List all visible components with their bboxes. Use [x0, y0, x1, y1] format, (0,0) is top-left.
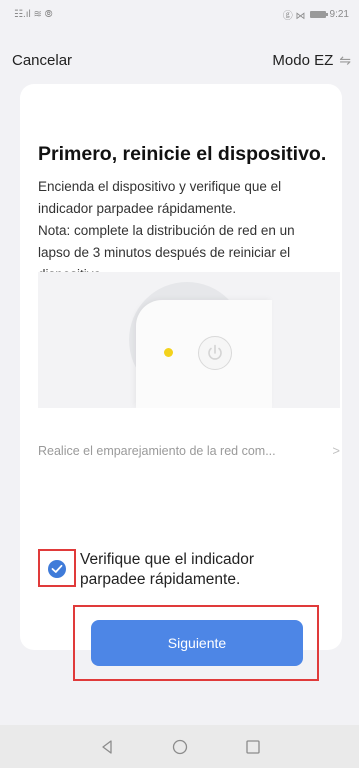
next-button[interactable]: Siguiente — [91, 620, 303, 666]
chevron-right-icon: > — [332, 443, 340, 458]
confirm-label-line: parpadee rápidamente. — [80, 571, 241, 588]
description-line: Encienda el dispositivo y verifique que … — [38, 179, 282, 194]
description-line: lapso de 3 minutos después de reiniciar … — [38, 245, 291, 260]
recent-apps-icon[interactable] — [244, 738, 262, 756]
mode-label: Modo EZ — [272, 51, 334, 69]
pairing-help-link[interactable]: Realice el emparejamiento de la red com.… — [38, 443, 342, 458]
page-title: Primero, reinicie el dispositivo. — [38, 143, 327, 165]
confirm-label: Verifique que el indicador parpadee rápi… — [80, 550, 340, 590]
check-icon — [51, 564, 63, 573]
device-illustration — [38, 272, 340, 408]
system-nav-bar — [0, 725, 359, 768]
status-left-icons: ☷.ıl ≋ ⦾ — [14, 9, 53, 20]
home-icon[interactable] — [171, 738, 189, 756]
indicator-light-icon — [164, 348, 173, 357]
description-line: indicador parpadee rápidamente. — [38, 201, 237, 216]
pairing-help-text: Realice el emparejamiento de la red com.… — [38, 443, 276, 458]
confirm-checkbox[interactable] — [48, 560, 66, 578]
description-line: Nota: complete la distribución de red en… — [38, 223, 295, 238]
battery-icon — [309, 10, 328, 18]
status-bar: ☷.ıl ≋ ⦾ ⓖ ⋈ 9:21 — [0, 0, 359, 28]
top-bar: Cancelar Modo EZ ⇋ — [0, 44, 359, 76]
signal-icons: ☷.ıl ≋ ⦾ — [14, 8, 53, 20]
back-icon[interactable] — [98, 738, 116, 756]
mode-switch[interactable]: Modo EZ ⇋ — [272, 52, 351, 69]
checkbox-highlight-frame — [38, 549, 76, 587]
button-highlight-frame: Siguiente — [73, 605, 319, 681]
switch-arrows-icon: ⇋ — [339, 51, 351, 68]
confirm-label-line: Verifique que el indicador — [80, 551, 255, 568]
clock: 9:21 — [329, 8, 349, 20]
status-icons: ⓖ ⋈ — [282, 10, 306, 22]
status-right-icons: ⓖ ⋈ 9:21 — [283, 7, 349, 22]
cancel-button[interactable]: Cancelar — [12, 52, 72, 69]
description: Encienda el dispositivo y verifique que … — [38, 176, 338, 286]
power-button-icon — [198, 336, 232, 370]
